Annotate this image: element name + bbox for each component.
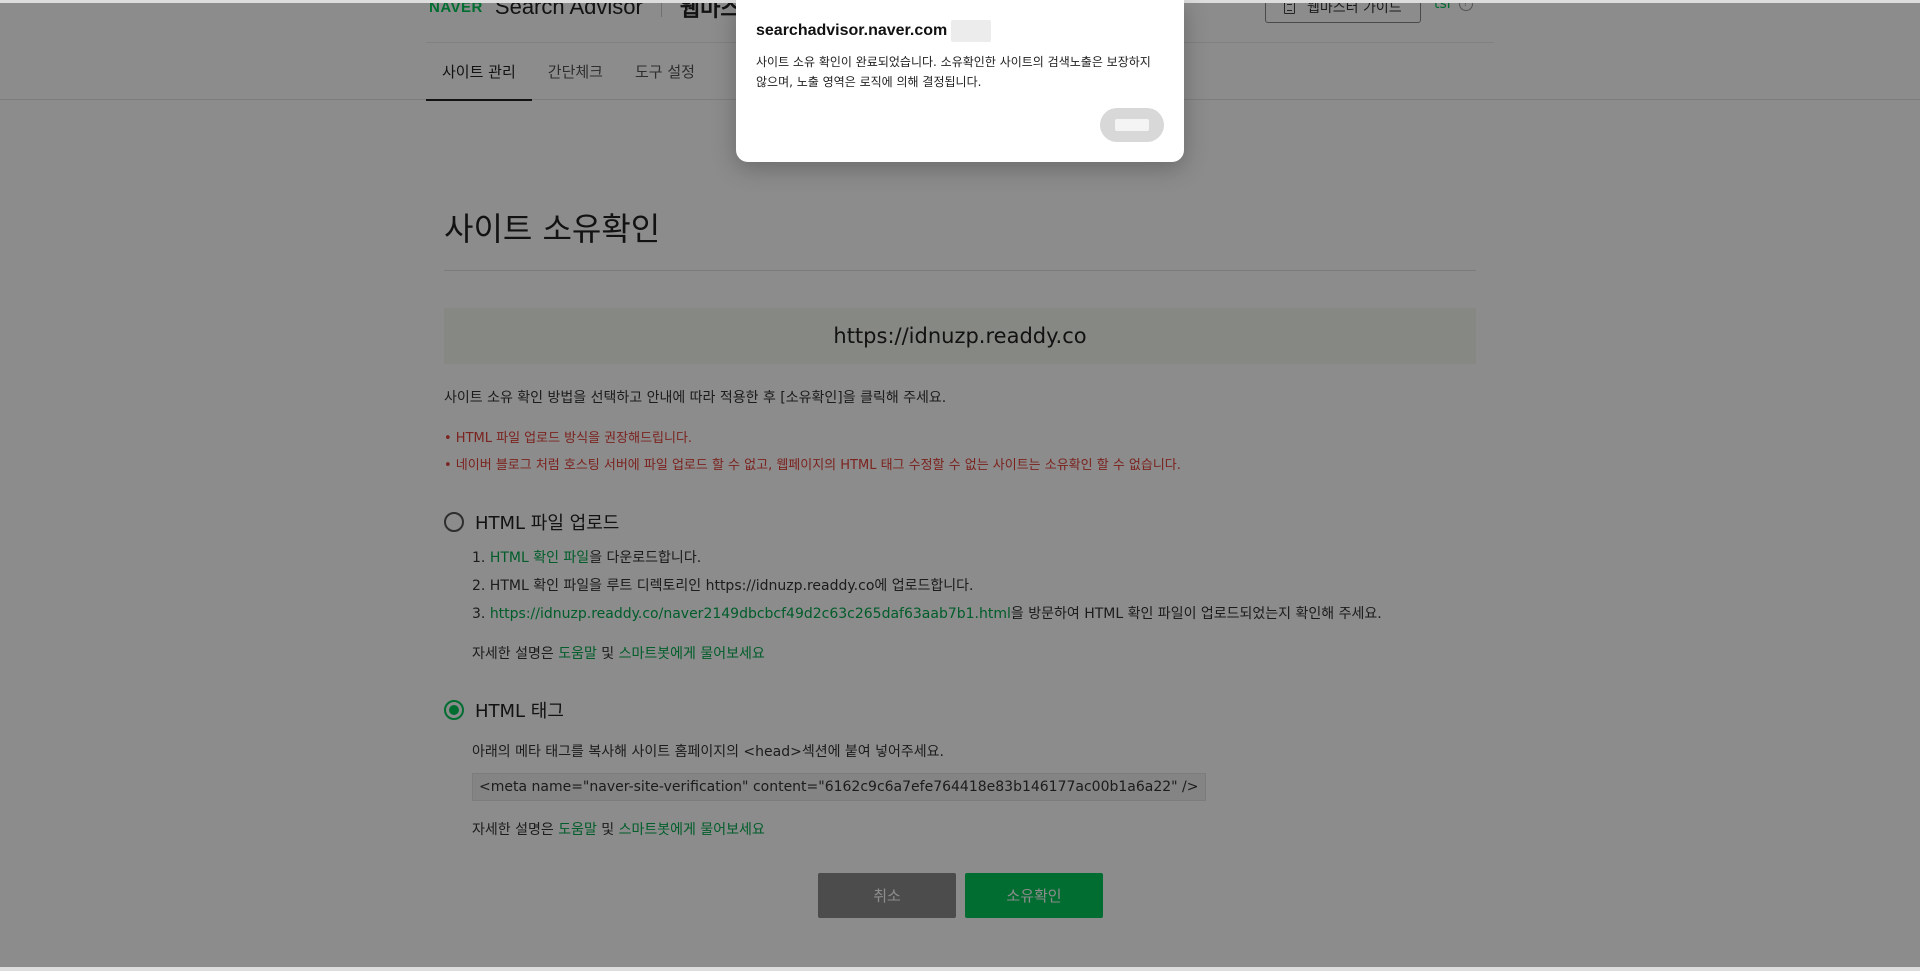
window-frame-bottom — [0, 967, 1920, 971]
dialog-ok-button[interactable] — [1100, 108, 1164, 142]
alert-dialog: searchadvisor.naver.com 사이트 소유 확인이 완료되었습… — [736, 0, 1184, 162]
redacted-text — [951, 20, 992, 42]
dialog-message: 사이트 소유 확인이 완료되었습니다. 소유확인한 사이트의 검색노출은 보장하… — [756, 55, 1151, 89]
redacted-label — [1115, 119, 1149, 131]
dialog-title: searchadvisor.naver.com — [756, 20, 1164, 42]
dialog-host: searchadvisor.naver.com — [756, 22, 948, 39]
